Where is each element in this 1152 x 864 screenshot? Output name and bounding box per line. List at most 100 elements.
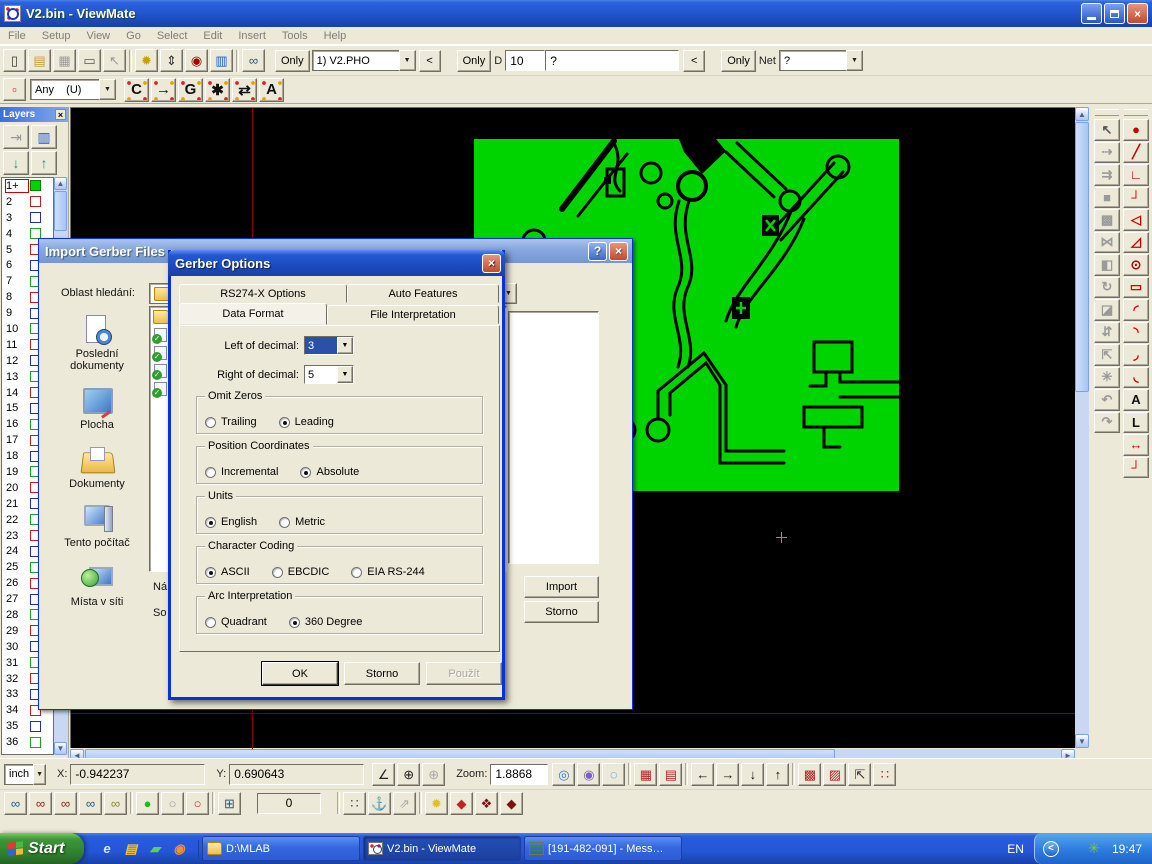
layer-row[interactable]: 35	[2, 718, 53, 734]
layer-color-swatch[interactable]	[30, 721, 41, 732]
menu-item[interactable]: Setup	[34, 30, 79, 42]
close-button[interactable]: ×	[482, 254, 501, 273]
highlight-c-button[interactable]: C	[124, 78, 149, 102]
zoom-window-icon[interactable]: ◌	[602, 763, 625, 786]
layer-row[interactable]: 1+	[2, 178, 53, 194]
highlight-star-button[interactable]: ✱	[205, 78, 230, 102]
pan-left-icon[interactable]: ←	[691, 763, 714, 786]
place-item[interactable]: Tento počítač	[51, 504, 143, 549]
file-item-icon[interactable]	[153, 310, 169, 324]
chevron-down-icon[interactable]: ▼	[337, 366, 353, 383]
draw-fan-icon[interactable]: ◁	[1123, 209, 1149, 231]
measure-height-icon[interactable]: ⇕	[160, 49, 183, 72]
layer-row[interactable]: 36	[2, 734, 53, 750]
text-a-button[interactable]: A	[259, 78, 284, 102]
tray-message-icon[interactable]	[1065, 842, 1081, 856]
place-item[interactable]: Místa v síti	[51, 563, 143, 608]
ok-button[interactable]: OK	[262, 662, 338, 685]
start-button[interactable]: Start	[0, 833, 84, 864]
import-button[interactable]: Import	[524, 576, 599, 598]
settings-icon[interactable]: ✳	[1094, 367, 1120, 389]
grid-points-icon[interactable]: ∷	[343, 792, 366, 815]
grid-lines-icon[interactable]: ▤	[659, 763, 682, 786]
select-pointer-icon[interactable]: ↖	[1094, 119, 1120, 141]
tab-rs274x-options[interactable]: RS274-X Options	[179, 284, 347, 303]
view-lines-glasses-icon[interactable]: ∞	[29, 792, 52, 815]
layer-table-icon[interactable]: ▥	[31, 125, 57, 149]
draw-line-icon[interactable]: ╱	[1123, 142, 1149, 164]
round-corner-icon[interactable]: ┘	[1123, 457, 1149, 479]
pad-dark-icon[interactable]: ❖	[475, 792, 498, 815]
select-area-icon[interactable]: ∷	[873, 763, 896, 786]
radio-option[interactable]: Metric	[279, 516, 325, 528]
toolbox-handle[interactable]	[1124, 109, 1148, 116]
left-of-decimal-combo[interactable]: 3 ▼	[304, 336, 354, 355]
place-item[interactable]: Poslední dokumenty	[51, 315, 143, 372]
close-icon[interactable]: ×	[55, 109, 66, 120]
tab-data-format[interactable]: Data Format	[179, 303, 327, 325]
language-indicator[interactable]: EN	[1007, 842, 1024, 856]
layer-color-swatch[interactable]	[30, 180, 41, 191]
layers-panel-titlebar[interactable]: Layers ×	[0, 107, 68, 122]
layer-color-swatch[interactable]	[30, 196, 41, 207]
draw-arc-chord-icon[interactable]: ◜	[1123, 299, 1149, 321]
flash-mode-icon[interactable]: ✹	[135, 49, 158, 72]
draw-corner-icon[interactable]: ┘	[1123, 187, 1149, 209]
grid-dots-icon[interactable]: ▩	[798, 763, 821, 786]
file-item-icon[interactable]	[154, 382, 167, 396]
measure-angle-icon[interactable]: ∠	[372, 763, 395, 786]
highlight-net-icon[interactable]: ○	[186, 792, 209, 815]
swap-h-button[interactable]: ⇄	[232, 78, 257, 102]
view-sketch-glasses-icon[interactable]: ∞	[104, 792, 127, 815]
pan-right-icon[interactable]: →	[716, 763, 739, 786]
file-item-icon[interactable]	[154, 346, 167, 360]
canvas-vertical-scrollbar[interactable]: ▲ ▼	[1075, 107, 1089, 748]
pad-small-icon[interactable]: ◆	[500, 792, 523, 815]
scrollbar-thumb[interactable]	[54, 191, 67, 231]
taskbar-task[interactable]: V2.bin - ViewMate	[363, 836, 521, 861]
taskbar-task[interactable]: [191-482-091] - Mess…	[524, 836, 682, 861]
draw-triangle-icon[interactable]: ◿	[1123, 232, 1149, 254]
tray-icq-icon[interactable]: ✳	[1086, 842, 1102, 856]
file-item-icon[interactable]	[154, 364, 167, 378]
only-dcode-button[interactable]: Only	[457, 50, 492, 72]
dcode-filter-input[interactable]: ?	[545, 50, 679, 71]
apply-button[interactable]: Použít	[426, 662, 502, 685]
pad-bright-icon[interactable]: ✹	[425, 792, 448, 815]
radio-option[interactable]: Quadrant	[205, 616, 267, 628]
scroll-down-icon[interactable]: ▼	[54, 742, 67, 755]
rotate-icon[interactable]: ↻	[1094, 277, 1120, 299]
toolbox-handle[interactable]	[1095, 109, 1119, 116]
layer-color-swatch[interactable]	[30, 212, 41, 223]
close-button[interactable]: ×	[1127, 3, 1148, 24]
draw-curve-icon[interactable]: ◝	[1123, 322, 1149, 344]
dcode-input[interactable]: 10	[505, 50, 545, 71]
grid-mixed-icon[interactable]: ▨	[823, 763, 846, 786]
zoom-value-input[interactable]: 1.8868	[490, 764, 548, 785]
menu-item[interactable]: Select	[149, 30, 196, 42]
my-documents-icon[interactable]: ▤	[122, 840, 140, 858]
net-select-combo[interactable]: ? ▼	[779, 50, 863, 71]
chevron-down-icon[interactable]: ▼	[337, 337, 353, 354]
move-layer-up-icon[interactable]: ↑	[31, 151, 57, 175]
view-pads-glasses-icon[interactable]: ∞	[54, 792, 77, 815]
scale-icon[interactable]: ◪	[1094, 299, 1120, 321]
split-pane-icon[interactable]: ⊞	[218, 792, 241, 815]
mirror-icon[interactable]: ⋈	[1094, 232, 1120, 254]
gerber-dialog-titlebar[interactable]: Gerber Options ×	[168, 250, 505, 276]
radio-option[interactable]: ASCII	[205, 566, 250, 578]
scroll-up-icon[interactable]: ▲	[1075, 107, 1089, 121]
chevron-down-icon[interactable]: ▼	[399, 50, 416, 71]
file-item-icon[interactable]	[154, 328, 167, 342]
save-icon[interactable]: ▦	[53, 49, 76, 72]
grid-table-icon[interactable]: ▦	[634, 763, 657, 786]
move-item-icon[interactable]: ⇢	[1094, 142, 1120, 164]
chevron-down-icon[interactable]: ▼	[33, 764, 46, 785]
view-all-glasses-icon[interactable]: ∞	[4, 792, 27, 815]
firefox-icon[interactable]: ◉	[170, 840, 188, 858]
cancel-button[interactable]: Storno	[524, 601, 599, 623]
radio-option[interactable]: English	[205, 516, 257, 528]
radio-option[interactable]: Incremental	[205, 466, 278, 478]
menu-item[interactable]: View	[78, 30, 118, 42]
highlight-on-icon[interactable]: ●	[136, 792, 159, 815]
